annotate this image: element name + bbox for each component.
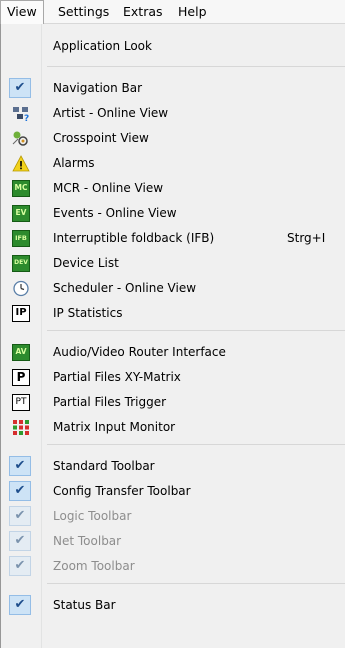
menu-item-events-online-view[interactable]: EV Events - Online View	[1, 202, 345, 225]
menu-item-zoom-toolbar: ✔ Zoom Toolbar	[1, 555, 345, 578]
menu-item-label: Config Transfer Toolbar	[53, 484, 191, 498]
menu-view-label: View	[7, 4, 37, 19]
menu-item-navigation-bar[interactable]: ✔ Navigation Bar	[1, 77, 345, 100]
menu-item-scheduler-online-view[interactable]: Scheduler - Online View	[1, 277, 345, 300]
menu-item-label: Application Look	[53, 39, 152, 53]
menu-item-application-look[interactable]: Application Look	[1, 35, 345, 58]
device-list-icon: DEV	[12, 255, 30, 272]
menu-separator	[47, 444, 345, 445]
menu-item-label: MCR - Online View	[53, 181, 164, 195]
menu-item-label: Interruptible foldback (IFB)	[53, 231, 215, 245]
view-dropdown-menu: Application Look ✔ Navigation Bar ? Arti…	[0, 24, 345, 648]
menu-item-artist-online-view[interactable]: ? Artist - Online View	[1, 102, 345, 125]
menu-separator	[47, 583, 345, 584]
checkmark-icon: ✔	[9, 456, 31, 476]
checkmark-icon: ✔	[9, 556, 31, 576]
svg-text:?: ?	[24, 114, 29, 122]
menu-item-label: Matrix Input Monitor	[53, 420, 176, 434]
menu-separator	[47, 330, 345, 331]
crosspoint-icon	[12, 130, 30, 147]
alarm-warning-icon	[12, 155, 30, 172]
menu-view[interactable]: View	[0, 0, 44, 24]
menu-item-label: Scheduler - Online View	[53, 281, 197, 295]
menu-item-label: Partial Files XY-Matrix	[53, 370, 181, 384]
menu-item-ifb[interactable]: IFB Interruptible foldback (IFB) Strg+I	[1, 227, 345, 250]
menu-item-alarms[interactable]: Alarms	[1, 152, 345, 175]
menu-extras[interactable]: Extras	[117, 0, 169, 23]
events-icon: EV	[12, 205, 30, 222]
menu-item-label: Artist - Online View	[53, 106, 169, 120]
menu-item-label: Zoom Toolbar	[53, 559, 135, 573]
menu-item-ip-statistics[interactable]: IP IP Statistics	[1, 302, 345, 325]
mcr-icon: MC	[12, 180, 30, 197]
menu-item-matrix-input-monitor[interactable]: Matrix Input Monitor	[1, 416, 345, 439]
clock-icon	[12, 280, 30, 297]
menu-item-label: Navigation Bar	[53, 81, 143, 95]
menu-item-crosspoint-view[interactable]: Crosspoint View	[1, 127, 345, 150]
checkmark-icon: ✔	[9, 531, 31, 551]
menu-item-partial-files-trigger[interactable]: PT Partial Files Trigger	[1, 391, 345, 414]
menu-item-device-list[interactable]: DEV Device List	[1, 252, 345, 275]
menu-item-label: Device List	[53, 256, 119, 270]
shortcut-label: Strg+I	[287, 231, 326, 245]
menu-item-status-bar[interactable]: ✔ Status Bar	[1, 594, 345, 617]
menu-extras-label: Extras	[123, 4, 163, 19]
menu-item-label: Crosspoint View	[53, 131, 149, 145]
menu-item-mcr-online-view[interactable]: MC MCR - Online View	[1, 177, 345, 200]
av-router-icon: AV	[12, 344, 30, 361]
menu-item-label: Net Toolbar	[53, 534, 122, 548]
menu-item-standard-toolbar[interactable]: ✔ Standard Toolbar	[1, 455, 345, 478]
menu-settings[interactable]: Settings	[52, 0, 115, 23]
menu-item-config-transfer-toolbar[interactable]: ✔ Config Transfer Toolbar	[1, 480, 345, 503]
menu-item-label: IP Statistics	[53, 306, 123, 320]
menu-item-label: Status Bar	[53, 598, 116, 612]
menu-item-label: Audio/Video Router Interface	[53, 345, 226, 359]
menu-item-logic-toolbar: ✔ Logic Toolbar	[1, 505, 345, 528]
checkmark-icon: ✔	[9, 481, 31, 501]
ifb-icon: IFB	[12, 230, 30, 247]
matrix-monitor-icon	[12, 419, 30, 436]
menu-item-label: Partial Files Trigger	[53, 395, 167, 409]
menu-settings-label: Settings	[58, 4, 110, 19]
menu-help-label: Help	[178, 4, 207, 19]
menu-help[interactable]: Help	[172, 0, 213, 23]
menu-item-label: Logic Toolbar	[53, 509, 132, 523]
menu-item-label: Events - Online View	[53, 206, 177, 220]
menu-separator	[47, 66, 345, 67]
menu-item-net-toolbar: ✔ Net Toolbar	[1, 530, 345, 553]
artist-view-icon: ?	[12, 105, 30, 124]
checkmark-icon: ✔	[9, 78, 31, 98]
menu-item-av-router-interface[interactable]: AV Audio/Video Router Interface	[1, 341, 345, 364]
partial-files-icon: P	[12, 369, 30, 386]
menu-item-label: Alarms	[53, 156, 95, 170]
menu-item-label: Standard Toolbar	[53, 459, 155, 473]
ip-statistics-icon: IP	[12, 305, 30, 322]
partial-trigger-icon: PT	[12, 394, 30, 411]
checkmark-icon: ✔	[9, 595, 31, 615]
checkmark-icon: ✔	[9, 506, 31, 526]
menu-item-partial-files-xy-matrix[interactable]: P Partial Files XY-Matrix	[1, 366, 345, 389]
menu-bar: View Settings Extras Help	[0, 0, 345, 24]
